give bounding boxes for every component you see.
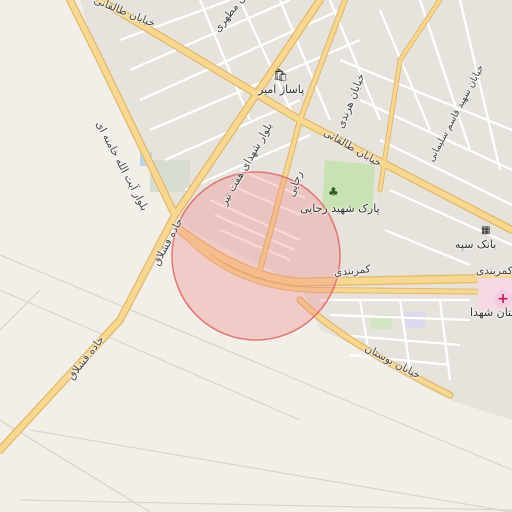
building-lilac [405,312,425,328]
street-label-kamarbandi-right: کمربندی [476,265,512,277]
tree-icon[interactable]: ♣ [328,185,339,199]
map-view[interactable]: 🛍 ♣ ▦ + خیابان طالقانی خیابان مطهری خیاب… [0,0,512,512]
poi-label-bank-sepah[interactable]: بانک سپه [455,238,496,251]
poi-label-pasazh-amir[interactable]: پاساژ امیر [258,83,304,96]
poi-label-park-shahid-rajaei[interactable]: پارک شهید رجایی [300,202,380,215]
shopping-bag-icon[interactable]: 🛍 [273,68,288,82]
bank-icon[interactable]: ▦ [481,225,490,236]
map-canvas[interactable] [0,0,512,512]
highlight-circle[interactable] [171,171,341,341]
poi-label-hospital-shohada[interactable]: بیمارستان شهدا [470,306,512,319]
